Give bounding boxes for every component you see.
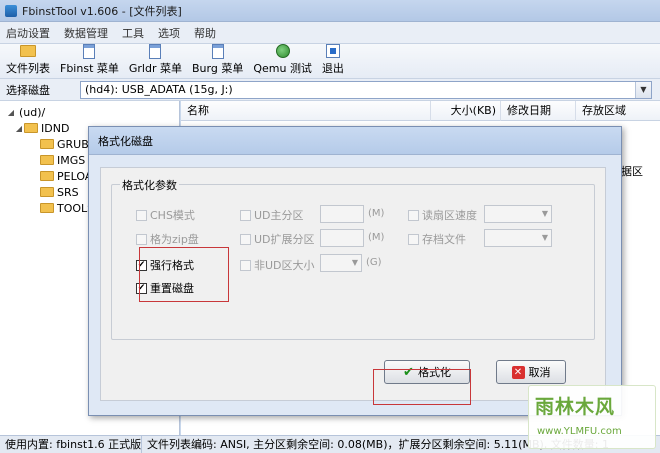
- menu-data-manage[interactable]: 数据管理: [64, 25, 108, 41]
- expand-icon[interactable]: ◢: [6, 108, 16, 117]
- checkbox-box[interactable]: [408, 233, 419, 245]
- file-list-button[interactable]: 文件列表: [4, 43, 52, 78]
- ud-primary-checkbox[interactable]: UD主分区: [240, 207, 304, 223]
- folder-icon: [40, 203, 54, 213]
- chevron-down-icon[interactable]: ▼: [635, 81, 651, 98]
- chevron-down-icon[interactable]: ▼: [352, 258, 358, 267]
- menu-options[interactable]: 选项: [158, 25, 180, 41]
- column-date[interactable]: 修改日期: [501, 100, 576, 121]
- archive-file-combo[interactable]: ▼: [484, 229, 552, 247]
- disk-selector-row: 选择磁盘 (hd4): USB_ADATA (15g, J:) ▼: [0, 79, 660, 101]
- list-header: 名称 大小(KB) 修改日期 存放区域: [181, 100, 660, 121]
- dialog-title: 格式化磁盘: [89, 127, 621, 155]
- menu-help[interactable]: 帮助: [194, 25, 216, 41]
- folder-icon: [40, 187, 54, 197]
- window-title: FbinstTool v1.606 - [文件列表]: [22, 4, 182, 18]
- column-region[interactable]: 存放区域: [576, 101, 660, 121]
- status-kernel: 使用内置: fbinst1.6 正式版: [0, 436, 142, 453]
- folder-icon: [40, 155, 54, 165]
- grldr-menu-button[interactable]: Grldr 菜单: [127, 43, 184, 78]
- unit-m: (M): [368, 208, 385, 219]
- chevron-down-icon[interactable]: ▼: [542, 233, 548, 242]
- exit-button[interactable]: 退出: [320, 43, 346, 78]
- disk-value: (hd4): USB_ADATA (15g, J:): [85, 83, 233, 96]
- ud-ext-size-input[interactable]: [320, 229, 364, 247]
- burg-menu-button[interactable]: Burg 菜单: [190, 43, 245, 78]
- toolbar: 文件列表 Fbinst 菜单 Grldr 菜单 Burg 菜单 Qemu 测试 …: [0, 43, 660, 79]
- ud-ext-checkbox[interactable]: UD扩展分区: [240, 231, 315, 247]
- qemu-icon: [275, 43, 291, 59]
- fbinst-menu-button[interactable]: Fbinst 菜单: [58, 43, 121, 78]
- group-title: 格式化参数: [120, 177, 179, 193]
- menu-bar: 启动设置 数据管理 工具 选项 帮助: [0, 22, 660, 44]
- zip-disk-checkbox[interactable]: 格为zip盘: [136, 231, 199, 247]
- checkbox-box[interactable]: [240, 259, 251, 271]
- watermark-logo: 雨林木风 www.YLMFU.com: [528, 385, 656, 449]
- checkbox-box[interactable]: [240, 233, 251, 245]
- watermark-text: 雨林木风: [535, 396, 616, 418]
- folder-icon: [40, 171, 54, 181]
- checkbox-box[interactable]: [240, 209, 251, 221]
- unit-g: (G): [366, 257, 382, 268]
- checkbox-box[interactable]: [136, 209, 147, 221]
- folder-icon: [20, 43, 36, 59]
- folder-icon: [40, 139, 54, 149]
- chs-mode-checkbox[interactable]: CHS模式: [136, 207, 195, 223]
- menu-boot-settings[interactable]: 启动设置: [6, 25, 50, 41]
- ud-primary-size-input[interactable]: [320, 205, 364, 223]
- checkbox-box[interactable]: [408, 209, 419, 221]
- annotation-highlight: [139, 247, 229, 302]
- checkbox-box[interactable]: [136, 233, 147, 245]
- annotation-highlight: [373, 369, 471, 405]
- chevron-down-icon[interactable]: ▼: [542, 209, 548, 218]
- column-name[interactable]: 名称: [181, 100, 431, 121]
- non-ud-size-combo[interactable]: ▼: [320, 254, 362, 272]
- title-bar: FbinstTool v1.606 - [文件列表]: [0, 0, 660, 22]
- document-icon: [147, 43, 163, 59]
- menu-tools[interactable]: 工具: [122, 25, 144, 41]
- disk-label: 选择磁盘: [6, 83, 50, 97]
- read-speed-combo[interactable]: ▼: [484, 205, 552, 223]
- exit-icon: [325, 43, 341, 59]
- app-icon: [5, 4, 17, 17]
- archive-file-checkbox[interactable]: 存档文件: [408, 231, 466, 247]
- column-size[interactable]: 大小(KB): [431, 100, 501, 121]
- folder-icon: [24, 123, 38, 133]
- non-ud-size-checkbox[interactable]: 非UD区大小: [240, 257, 315, 273]
- cancel-button[interactable]: ✕ 取消: [496, 360, 566, 384]
- disk-select[interactable]: (hd4): USB_ADATA (15g, J:) ▼: [80, 80, 652, 99]
- close-icon: ✕: [511, 365, 525, 379]
- qemu-test-button[interactable]: Qemu 测试: [251, 43, 314, 78]
- read-speed-checkbox[interactable]: 读扇区速度: [408, 207, 477, 223]
- watermark-url: www.YLMFU.com: [537, 426, 622, 437]
- expand-icon[interactable]: ◢: [14, 124, 24, 133]
- tree-item-root[interactable]: ◢ (ud)/: [0, 104, 179, 120]
- unit-m: (M): [368, 232, 385, 243]
- document-icon: [81, 43, 97, 59]
- document-icon: [210, 43, 226, 59]
